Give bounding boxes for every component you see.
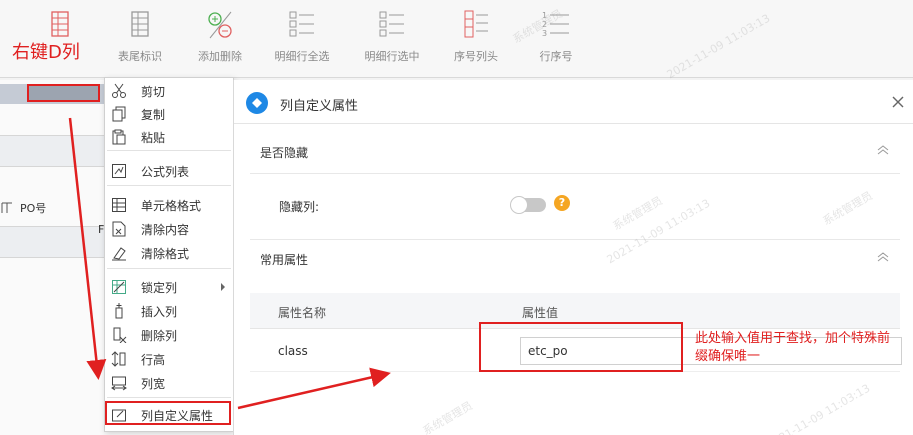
custom-attr-dialog: 列自定义属性 是否隐藏 隐藏列: ? 常用属性 属性名称 属性值 class [233,80,913,435]
menu-item-label: 行高 [141,352,166,367]
menu-item-label: 锁定列 [141,280,178,295]
menu-item-cut[interactable]: 剪切 [105,79,233,103]
menu-item-label: 删除列 [141,328,178,343]
menu-item-cell-format[interactable]: 单元格格式 [105,193,233,217]
annotation-title: 右键D列 [12,42,80,63]
svg-text:3: 3 [542,29,547,38]
select-row-icon [379,11,404,37]
col-attr-value: 属性值 [522,306,559,320]
submenu-arrow-icon [221,283,225,291]
section-divider [250,173,900,174]
svg-text:1: 1 [542,11,547,20]
toolbar-index-header-button[interactable]: 序号列头 [444,6,508,64]
row-height-icon [108,348,130,370]
formula-icon [108,160,130,182]
menu-separator [107,268,231,269]
hide-column-toggle[interactable] [510,196,546,214]
po-cell[interactable]: PO号 [0,200,46,216]
dialog-title: 列自定义属性 [280,99,359,114]
menu-item-label: 插入列 [141,304,178,319]
lock-column-icon [108,276,130,298]
close-icon[interactable] [890,94,906,110]
menu-item-clear-content[interactable]: 清除内容 [105,217,233,241]
menu-item-label: 公式列表 [141,164,190,179]
section-common-title: 常用属性 [260,253,309,267]
annotation-note: 此处输入值用于查找，加个特殊前缀确保唯一 [695,331,891,364]
input-highlight [479,322,683,372]
scissors-icon [108,80,130,102]
menu-item-label: 列宽 [141,376,166,391]
menu-item-paste[interactable]: 粘贴 [105,125,233,149]
menu-separator [107,150,231,151]
chevron-up-icon[interactable] [876,251,890,266]
toolbar-add-remove-button[interactable]: 添加删除 [188,6,252,64]
copy-icon [108,103,130,125]
chevron-up-icon[interactable] [876,144,890,159]
section-common[interactable]: 常用属性 [250,239,900,280]
column-d-highlight [27,84,100,102]
menu-item-insert-column[interactable]: 插入列 [105,299,233,323]
clear-content-icon [108,218,130,240]
menu-item-clear-format[interactable]: 清除格式 [105,241,233,265]
toolbar-footer-mark-button[interactable]: 表尾标识 [108,6,172,64]
section-hidden[interactable]: 是否隐藏 [250,124,900,174]
select-all-icon [289,11,314,37]
paste-icon [108,126,130,148]
clear-format-icon [108,242,130,264]
svg-text:2: 2 [542,20,547,29]
menu-item-label: 清除内容 [141,222,190,237]
menu-item-label: 复制 [141,107,166,122]
attr-name-cell: class [278,344,308,358]
column-width-icon [108,372,130,394]
toolbar-select-row-button[interactable]: 明细行选中 [360,6,424,64]
menu-item-copy[interactable]: 复制 [105,102,233,126]
menu-item-label: 清除格式 [141,246,190,261]
menu-item-column-width[interactable]: 列宽 [105,371,233,395]
menu-item-row-height[interactable]: 行高 [105,347,233,371]
help-icon[interactable]: ? [554,195,570,211]
toolbar-row-number-button[interactable]: 1 2 3 行序号 [524,6,588,64]
section-hidden-title: 是否隐藏 [260,146,309,160]
toolbar-select-all-button[interactable]: 明细行全选 [270,6,334,64]
col-attr-name: 属性名称 [278,306,327,320]
add-remove-icon [208,11,232,39]
footer-row-icon [51,11,69,37]
menu-separator [107,185,231,186]
insert-column-icon [108,300,130,322]
context-menu: 剪切 复制 粘贴 公式列表 单元格格式 清除内容 清除格式 锁定列 插入列 删除… [104,77,234,432]
po-cell-label: PO号 [20,202,47,215]
cell-format-icon [108,194,130,216]
menu-item-formula-list[interactable]: 公式列表 [105,159,233,183]
menu-item-lock-column[interactable]: 锁定列 [105,275,233,299]
toolbar: 表尾标识 添加删除 明细行全选 明细行选中 序号列头 1 2 3 行序号 [0,0,913,78]
hide-column-label: 隐藏列: [279,200,320,214]
menu-item-label: 粘贴 [141,130,166,145]
text-field-icon [1,202,12,213]
row-number-icon: 1 2 3 [542,11,569,38]
menu-item-label: 剪切 [141,84,166,99]
menu-separator [107,397,231,398]
menu-item-label: 单元格格式 [141,198,202,213]
section-divider [250,239,900,240]
footer-mark-icon [131,11,149,37]
toggle-knob [510,196,528,214]
dialog-header: 列自定义属性 [234,80,913,124]
index-header-icon [464,10,488,38]
custom-attr-highlight [105,401,231,425]
menu-item-delete-column[interactable]: 删除列 [105,323,233,347]
app-logo-icon [246,92,268,114]
delete-column-icon [108,324,130,346]
